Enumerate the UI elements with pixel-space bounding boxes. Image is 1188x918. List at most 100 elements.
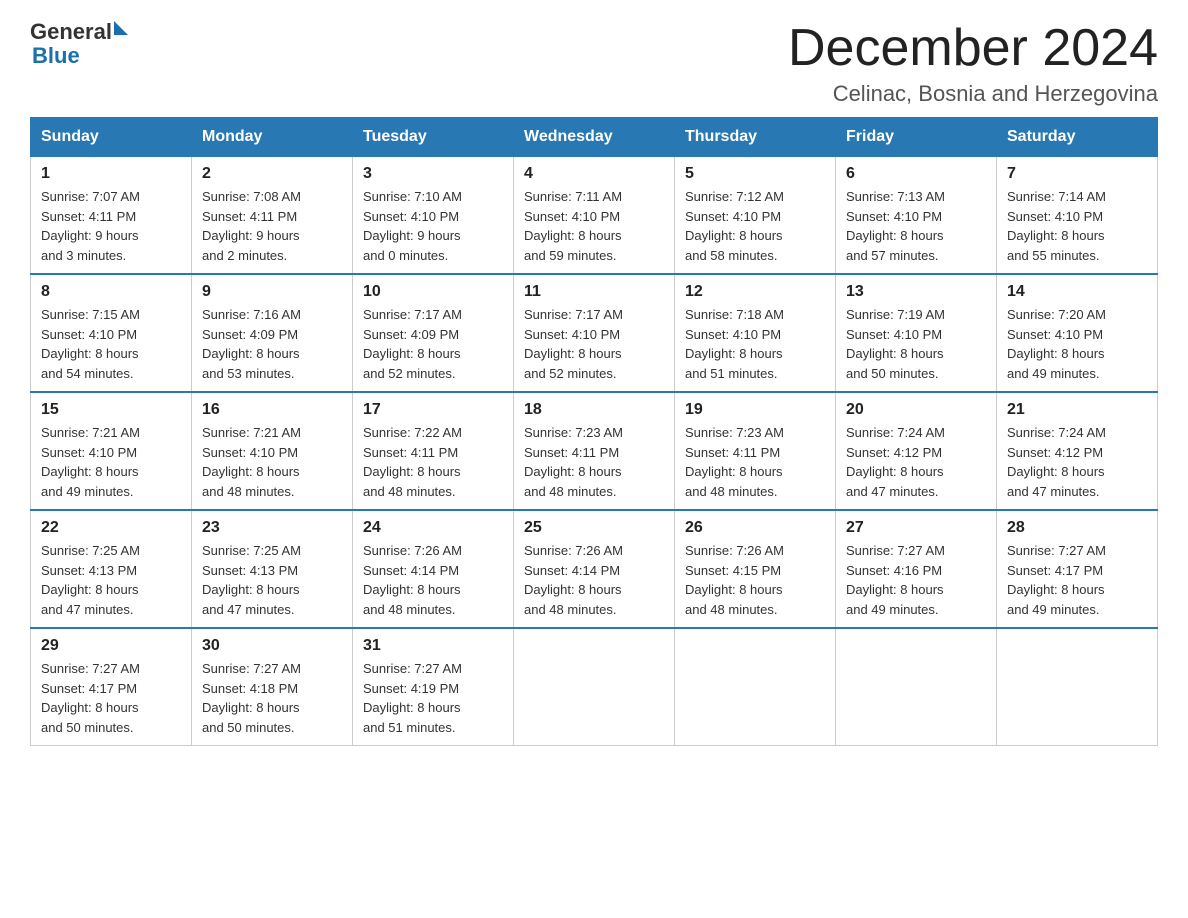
calendar-cell: 27 Sunrise: 7:27 AM Sunset: 4:16 PM Dayli… [836, 510, 997, 628]
calendar-cell: 6 Sunrise: 7:13 AM Sunset: 4:10 PM Daylig… [836, 157, 997, 275]
day-info: Sunrise: 7:17 AM Sunset: 4:10 PM Dayligh… [524, 305, 664, 383]
day-number: 30 [202, 637, 342, 655]
calendar-cell: 19 Sunrise: 7:23 AM Sunset: 4:11 PM Dayli… [675, 392, 836, 510]
calendar-week-row: 22 Sunrise: 7:25 AM Sunset: 4:13 PM Dayli… [31, 510, 1158, 628]
weekday-header-saturday: Saturday [997, 118, 1158, 157]
day-info: Sunrise: 7:26 AM Sunset: 4:14 PM Dayligh… [524, 541, 664, 619]
day-info: Sunrise: 7:21 AM Sunset: 4:10 PM Dayligh… [202, 423, 342, 501]
day-info: Sunrise: 7:08 AM Sunset: 4:11 PM Dayligh… [202, 187, 342, 265]
day-info: Sunrise: 7:24 AM Sunset: 4:12 PM Dayligh… [846, 423, 986, 501]
calendar-cell: 15 Sunrise: 7:21 AM Sunset: 4:10 PM Dayli… [31, 392, 192, 510]
day-info: Sunrise: 7:26 AM Sunset: 4:15 PM Dayligh… [685, 541, 825, 619]
calendar-cell: 1 Sunrise: 7:07 AM Sunset: 4:11 PM Daylig… [31, 157, 192, 275]
calendar-cell [997, 628, 1158, 746]
day-number: 25 [524, 519, 664, 537]
calendar-cell: 28 Sunrise: 7:27 AM Sunset: 4:17 PM Dayli… [997, 510, 1158, 628]
logo-text-blue: Blue [32, 43, 80, 68]
calendar-cell: 7 Sunrise: 7:14 AM Sunset: 4:10 PM Daylig… [997, 157, 1158, 275]
day-number: 6 [846, 165, 986, 183]
weekday-header-thursday: Thursday [675, 118, 836, 157]
calendar-cell [836, 628, 997, 746]
calendar-cell: 12Sunrise: 7:18 AM Sunset: 4:10 PM Dayli… [675, 274, 836, 392]
page-header: General Blue December 2024 Celinac, Bosn… [30, 20, 1158, 107]
weekday-header-tuesday: Tuesday [353, 118, 514, 157]
day-number: 1 [41, 165, 181, 183]
calendar-cell: 20Sunrise: 7:24 AM Sunset: 4:12 PM Dayli… [836, 392, 997, 510]
weekday-header-friday: Friday [836, 118, 997, 157]
calendar-week-row: 1 Sunrise: 7:07 AM Sunset: 4:11 PM Daylig… [31, 157, 1158, 275]
logo-text-general: General [30, 20, 112, 44]
calendar-week-row: 8Sunrise: 7:15 AM Sunset: 4:10 PM Daylig… [31, 274, 1158, 392]
day-info: Sunrise: 7:13 AM Sunset: 4:10 PM Dayligh… [846, 187, 986, 265]
day-number: 27 [846, 519, 986, 537]
calendar-cell: 11 Sunrise: 7:17 AM Sunset: 4:10 PM Dayli… [514, 274, 675, 392]
day-info: Sunrise: 7:22 AM Sunset: 4:11 PM Dayligh… [363, 423, 503, 501]
day-info: Sunrise: 7:19 AM Sunset: 4:10 PM Dayligh… [846, 305, 986, 383]
calendar-week-row: 15 Sunrise: 7:21 AM Sunset: 4:10 PM Dayli… [31, 392, 1158, 510]
weekday-header-sunday: Sunday [31, 118, 192, 157]
location-subtitle: Celinac, Bosnia and Herzegovina [788, 81, 1158, 107]
calendar-cell: 22Sunrise: 7:25 AM Sunset: 4:13 PM Dayli… [31, 510, 192, 628]
day-number: 19 [685, 401, 825, 419]
day-info: Sunrise: 7:26 AM Sunset: 4:14 PM Dayligh… [363, 541, 503, 619]
day-number: 11 [524, 283, 664, 301]
day-number: 13 [846, 283, 986, 301]
day-info: Sunrise: 7:16 AM Sunset: 4:09 PM Dayligh… [202, 305, 342, 383]
day-info: Sunrise: 7:21 AM Sunset: 4:10 PM Dayligh… [41, 423, 181, 501]
day-number: 16 [202, 401, 342, 419]
day-number: 24 [363, 519, 503, 537]
weekday-header-monday: Monday [192, 118, 353, 157]
day-info: Sunrise: 7:15 AM Sunset: 4:10 PM Dayligh… [41, 305, 181, 383]
day-info: Sunrise: 7:23 AM Sunset: 4:11 PM Dayligh… [685, 423, 825, 501]
day-number: 26 [685, 519, 825, 537]
calendar-cell: 8Sunrise: 7:15 AM Sunset: 4:10 PM Daylig… [31, 274, 192, 392]
day-info: Sunrise: 7:27 AM Sunset: 4:17 PM Dayligh… [1007, 541, 1147, 619]
day-number: 15 [41, 401, 181, 419]
calendar-cell: 21Sunrise: 7:24 AM Sunset: 4:12 PM Dayli… [997, 392, 1158, 510]
calendar-cell: 4Sunrise: 7:11 AM Sunset: 4:10 PM Daylig… [514, 157, 675, 275]
calendar-cell [514, 628, 675, 746]
day-info: Sunrise: 7:12 AM Sunset: 4:10 PM Dayligh… [685, 187, 825, 265]
day-info: Sunrise: 7:17 AM Sunset: 4:09 PM Dayligh… [363, 305, 503, 383]
calendar-week-row: 29Sunrise: 7:27 AM Sunset: 4:17 PM Dayli… [31, 628, 1158, 746]
calendar-cell: 16 Sunrise: 7:21 AM Sunset: 4:10 PM Dayli… [192, 392, 353, 510]
logo-triangle-icon [114, 21, 128, 35]
day-number: 21 [1007, 401, 1147, 419]
logo: General Blue [30, 20, 128, 68]
calendar-cell: 14 Sunrise: 7:20 AM Sunset: 4:10 PM Dayli… [997, 274, 1158, 392]
calendar-cell: 9Sunrise: 7:16 AM Sunset: 4:09 PM Daylig… [192, 274, 353, 392]
day-number: 22 [41, 519, 181, 537]
day-info: Sunrise: 7:27 AM Sunset: 4:19 PM Dayligh… [363, 659, 503, 737]
calendar-cell: 2Sunrise: 7:08 AM Sunset: 4:11 PM Daylig… [192, 157, 353, 275]
day-number: 28 [1007, 519, 1147, 537]
day-info: Sunrise: 7:07 AM Sunset: 4:11 PM Dayligh… [41, 187, 181, 265]
calendar-cell: 5 Sunrise: 7:12 AM Sunset: 4:10 PM Daylig… [675, 157, 836, 275]
day-info: Sunrise: 7:10 AM Sunset: 4:10 PM Dayligh… [363, 187, 503, 265]
weekday-header-wednesday: Wednesday [514, 118, 675, 157]
day-number: 14 [1007, 283, 1147, 301]
day-info: Sunrise: 7:27 AM Sunset: 4:18 PM Dayligh… [202, 659, 342, 737]
day-info: Sunrise: 7:20 AM Sunset: 4:10 PM Dayligh… [1007, 305, 1147, 383]
day-number: 18 [524, 401, 664, 419]
calendar-cell: 18 Sunrise: 7:23 AM Sunset: 4:11 PM Dayli… [514, 392, 675, 510]
day-info: Sunrise: 7:27 AM Sunset: 4:16 PM Dayligh… [846, 541, 986, 619]
calendar-cell: 31 Sunrise: 7:27 AM Sunset: 4:19 PM Dayli… [353, 628, 514, 746]
day-number: 5 [685, 165, 825, 183]
day-number: 7 [1007, 165, 1147, 183]
day-number: 31 [363, 637, 503, 655]
day-info: Sunrise: 7:14 AM Sunset: 4:10 PM Dayligh… [1007, 187, 1147, 265]
calendar-cell: 23Sunrise: 7:25 AM Sunset: 4:13 PM Dayli… [192, 510, 353, 628]
calendar-cell: 10Sunrise: 7:17 AM Sunset: 4:09 PM Dayli… [353, 274, 514, 392]
month-title: December 2024 [788, 20, 1158, 77]
day-info: Sunrise: 7:27 AM Sunset: 4:17 PM Dayligh… [41, 659, 181, 737]
calendar-cell: 25 Sunrise: 7:26 AM Sunset: 4:14 PM Dayli… [514, 510, 675, 628]
day-info: Sunrise: 7:23 AM Sunset: 4:11 PM Dayligh… [524, 423, 664, 501]
calendar-cell: 29Sunrise: 7:27 AM Sunset: 4:17 PM Dayli… [31, 628, 192, 746]
day-info: Sunrise: 7:25 AM Sunset: 4:13 PM Dayligh… [202, 541, 342, 619]
day-number: 17 [363, 401, 503, 419]
day-number: 3 [363, 165, 503, 183]
calendar-cell: 17 Sunrise: 7:22 AM Sunset: 4:11 PM Dayli… [353, 392, 514, 510]
calendar-cell: 30 Sunrise: 7:27 AM Sunset: 4:18 PM Dayli… [192, 628, 353, 746]
calendar-cell: 3 Sunrise: 7:10 AM Sunset: 4:10 PM Daylig… [353, 157, 514, 275]
weekday-header-row: SundayMondayTuesdayWednesdayThursdayFrid… [31, 118, 1158, 157]
